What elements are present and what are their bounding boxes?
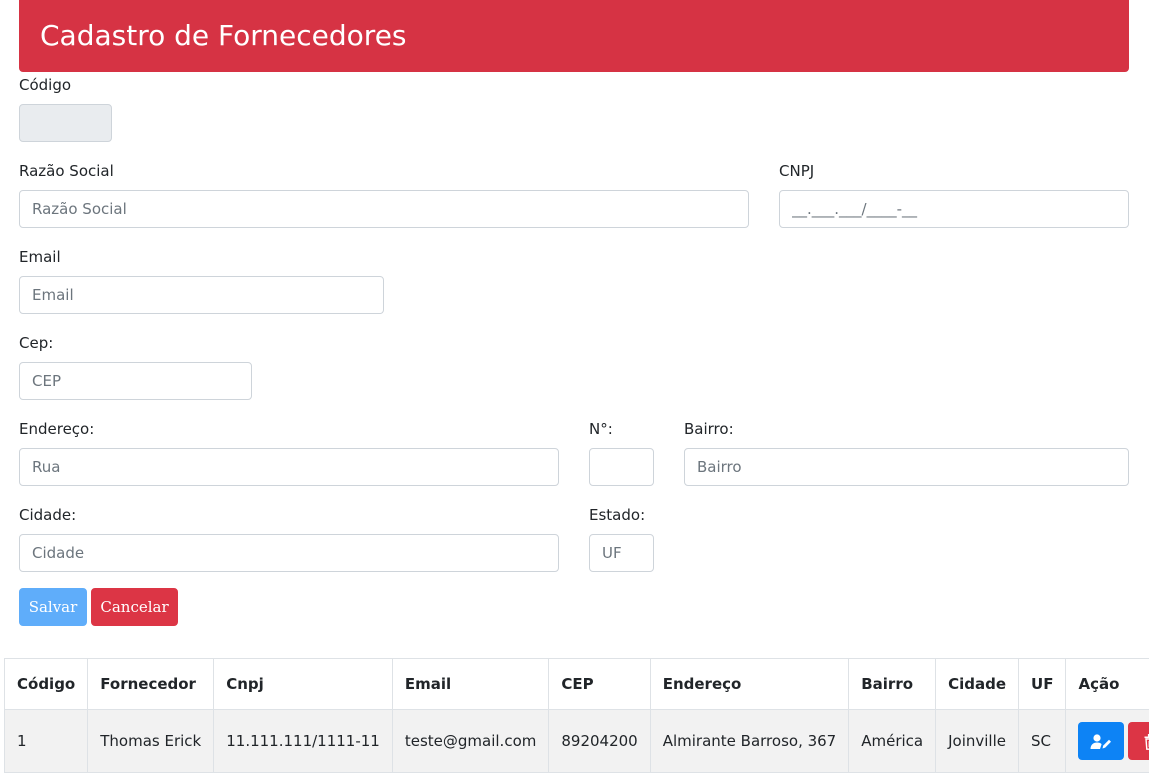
email-input[interactable] [19,276,384,314]
estado-input[interactable] [589,534,654,572]
column-header-codigo: Código [3,658,89,710]
column-header-endereco: Endereço [649,658,850,710]
save-button[interactable]: Salvar [19,588,87,626]
cell-cnpj: 11.111.111/1111-11 [213,709,393,773]
estado-label: Estado: [589,506,646,524]
column-header-cnpj: Cnpj [213,658,393,710]
cell-endereco: Almirante Barroso, 367 [649,709,850,773]
bairro-input[interactable] [684,448,1129,486]
bairro-label: Bairro: [684,420,734,438]
column-header-fornecedor: Fornecedor [87,658,215,710]
cidade-input[interactable] [19,534,559,572]
page-title: Cadastro de Fornecedores [19,0,1129,72]
column-header-email: Email [391,658,550,710]
column-header-acao: Ação [1065,658,1149,710]
endereco-input[interactable] [19,448,559,486]
cell-acao [1065,709,1149,773]
column-header-cep: CEP [548,658,651,710]
cell-bairro: América [848,709,937,773]
cnpj-input[interactable] [779,190,1129,228]
razao-social-input[interactable] [19,190,749,228]
suppliers-table: Código Fornecedor Cnpj Email CEP Endereç… [3,658,1149,773]
numero-label: N°: [589,420,613,438]
razao-social-label: Razão Social [19,162,114,180]
edit-button[interactable] [1078,722,1125,760]
email-label: Email [19,248,61,266]
cancel-button[interactable]: Cancelar [91,588,178,626]
trash-icon [1144,733,1149,750]
user-edit-icon [1090,733,1112,749]
cell-cep: 89204200 [548,709,651,773]
codigo-label: Código [19,76,72,94]
cell-codigo: 1 [3,709,89,773]
table-header-row: Código Fornecedor Cnpj Email CEP Endereç… [3,658,1149,710]
cell-cidade: Joinville [935,709,1020,773]
cep-label: Cep: [19,334,54,352]
endereco-label: Endereço: [19,420,95,438]
cidade-label: Cidade: [19,506,77,524]
column-header-uf: UF [1018,658,1067,710]
delete-button[interactable] [1128,722,1149,760]
cell-email: teste@gmail.com [391,709,550,773]
codigo-input [19,104,112,142]
cnpj-label: CNPJ [779,162,815,180]
cell-uf: SC [1018,709,1067,773]
column-header-bairro: Bairro [848,658,937,710]
table-row: 1 Thomas Erick 11.111.111/1111-11 teste@… [3,709,1149,773]
cell-fornecedor: Thomas Erick [87,709,215,773]
cep-input[interactable] [19,362,252,400]
numero-input[interactable] [589,448,654,486]
column-header-cidade: Cidade [935,658,1020,710]
